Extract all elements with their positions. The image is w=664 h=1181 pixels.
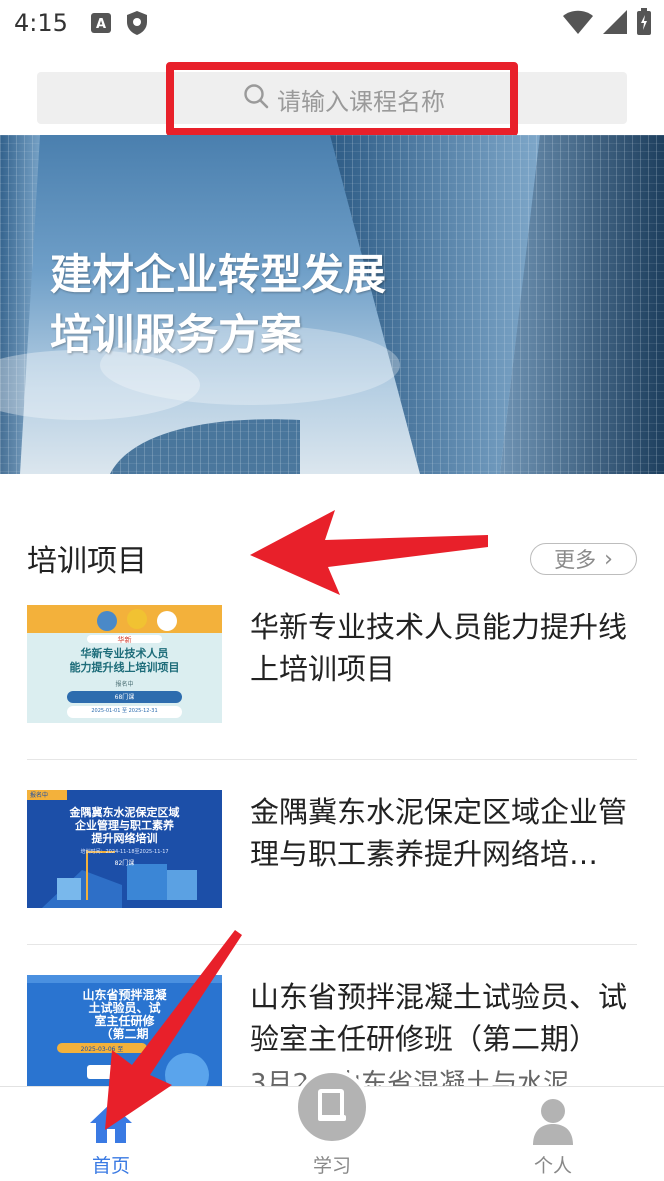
thumb-line1: 金隅冀东水泥保定区域 <box>69 806 180 819</box>
thumb-line3: 提升网络培训 <box>91 832 158 845</box>
thumb-dates: 2025-01-01 至 2025-12-31 <box>91 708 158 714</box>
more-button[interactable]: 更多 › <box>530 543 637 575</box>
wifi-icon <box>562 9 594 35</box>
thumb-headline: 山东省预拌混凝 土试验员、试 室主任研修 （第二期 <box>27 989 222 1041</box>
tab-study-label: 学习 <box>312 1155 351 1177</box>
course-item[interactable]: 报名中 金隅冀东水泥保定区域 企业管理与职工素养 提升网络培训 培训时间：202… <box>27 790 637 908</box>
person-icon <box>531 1097 575 1149</box>
tab-home-label: 首页 <box>91 1155 130 1177</box>
course-thumbnail: 报名中 金隅冀东水泥保定区域 企业管理与职工素养 提升网络培训 培训时间：202… <box>27 790 222 908</box>
shield-icon <box>126 10 148 36</box>
battery-icon <box>636 8 652 36</box>
thumb-status: 报名中 <box>115 681 134 688</box>
status-time: 4:15 <box>14 9 68 37</box>
banner-title-line1: 建材企业转型发展 <box>50 250 387 299</box>
course-thumbnail: 华新 华新专业技术人员 能力提升线上培训项目 报名中 68门课 2025-01-… <box>27 605 222 723</box>
thumb-line1: 华新专业技术人员 <box>80 647 169 660</box>
search-icon <box>243 83 269 115</box>
study-center-button[interactable] <box>294 1069 370 1145</box>
chevron-right-icon: › <box>604 546 613 572</box>
signal-icon <box>602 9 628 35</box>
annotation-arrow-left <box>250 510 488 595</box>
course-thumbnail: 山东省预拌混凝 土试验员、试 室主任研修 （第二期 2025-03-06 至 <box>27 975 222 1093</box>
course-item[interactable]: 华新 华新专业技术人员 能力提升线上培训项目 报名中 68门课 2025-01-… <box>27 605 637 723</box>
thumb-line2: 能力提升线上培训项目 <box>69 661 180 674</box>
section-title: 培训项目 <box>27 544 147 579</box>
svg-text:A: A <box>96 17 106 32</box>
course-title: 金隅冀东水泥保定区域企业管理与职工素养提升网络培… <box>250 795 628 871</box>
thumb-line2: 企业管理与职工素养 <box>75 819 174 832</box>
banner-title-line2: 培训服务方案 <box>50 310 303 359</box>
tab-profile[interactable]: 个人 <box>483 1087 623 1181</box>
more-label: 更多 <box>554 548 597 572</box>
thumb-headline: 华新专业技术人员 能力提升线上培训项目 <box>27 647 222 675</box>
search-placeholder: 请输入课程名称 <box>277 87 445 116</box>
font-app-icon: A <box>90 12 112 34</box>
thumb-brand: 华新 <box>117 636 132 644</box>
book-icon <box>312 1085 352 1129</box>
thumb-headline: 金隅冀东水泥保定区域 企业管理与职工素养 提升网络培训 <box>27 806 222 845</box>
banner-title: 建材企业转型发展 培训服务方案 <box>50 245 386 365</box>
thumb-count: 68门课 <box>114 694 135 701</box>
course-title: 华新专业技术人员能力提升线上培训项目 <box>250 610 628 686</box>
thumb-line4: （第二期 <box>100 1027 149 1041</box>
list-divider <box>27 944 637 945</box>
course-title: 山东省预拌混凝土试验员、试验室主任研修班（第二期） <box>250 980 628 1056</box>
thumb-dates: 培训时间：2024-11-18至2025-11-17 <box>80 849 169 855</box>
list-divider <box>27 759 637 760</box>
tab-home[interactable]: 首页 <box>41 1087 181 1181</box>
tab-profile-label: 个人 <box>533 1155 572 1177</box>
thumb-count: 82门课 <box>114 860 135 867</box>
app-root: 4:15 A 请输入课程名称 建材企业转型发展 培训服务方案 培训项目 更多 ›… <box>0 0 664 1181</box>
status-bar: 4:15 A <box>0 0 664 46</box>
home-icon <box>88 1101 134 1149</box>
status-right <box>554 8 652 36</box>
banner-carousel[interactable]: 建材企业转型发展 培训服务方案 <box>0 135 664 474</box>
search-input[interactable]: 请输入课程名称 <box>176 74 512 124</box>
thumb-status: 报名中 <box>30 792 49 799</box>
thumb-dates: 2025-03-06 至 <box>80 1046 124 1053</box>
